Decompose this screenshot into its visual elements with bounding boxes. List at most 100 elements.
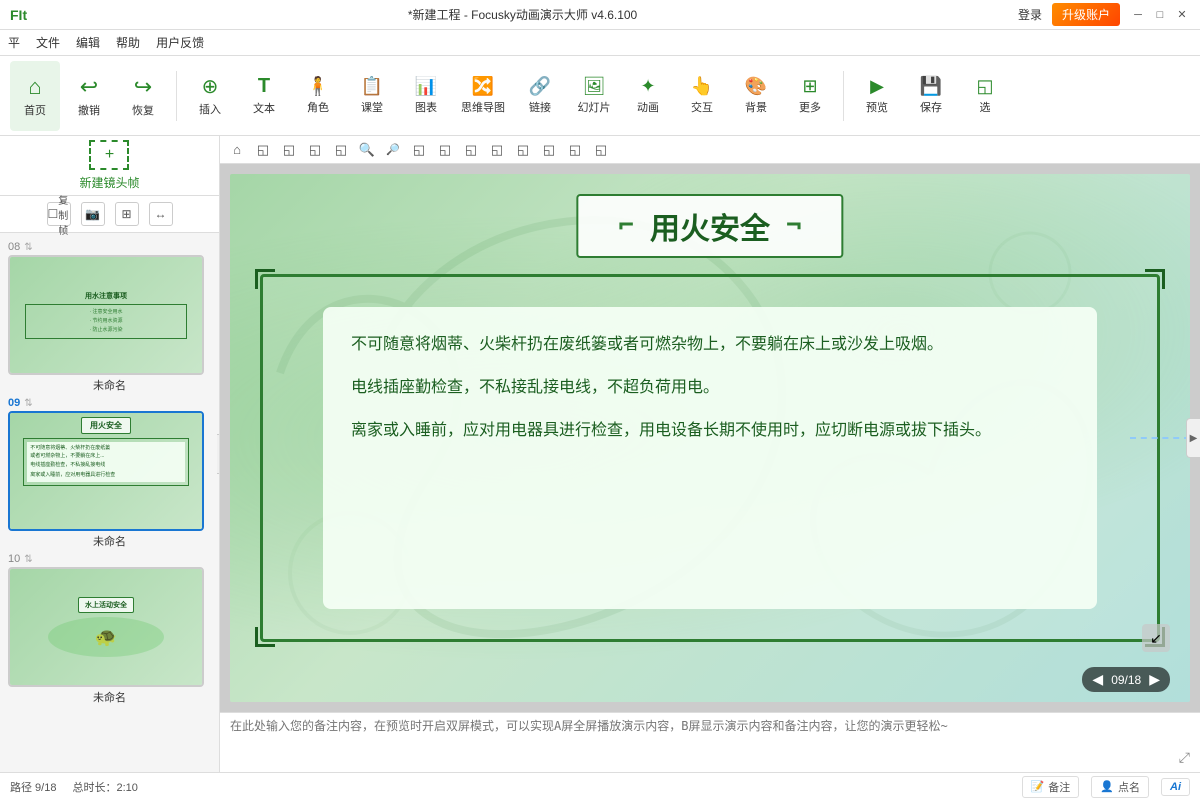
expand-tool-button[interactable]: ↔ [149, 202, 173, 226]
chart-icon: 📊 [415, 76, 437, 97]
canvas-tool-11[interactable]: ◱ [564, 139, 586, 161]
slide-thumb-08[interactable]: 用水注意事项 · 注意安全用水 · 节约用水资源 · 防止水源污染 [8, 255, 204, 375]
menu-help[interactable]: 帮助 [116, 34, 140, 51]
home-icon: ⌂ [28, 74, 41, 100]
grid-icon: ⊞ [121, 207, 131, 221]
mindmap-icon: 🔀 [472, 76, 494, 97]
toolbar-undo[interactable]: ↩ 撤销 [64, 61, 114, 131]
canvas-tool-5[interactable]: ◱ [408, 139, 430, 161]
canvas-tool-4[interactable]: ◱ [330, 139, 352, 161]
corner-tl-outer [255, 269, 275, 289]
slide-thumb-09[interactable]: 用火安全 不可随意将烟蒂、火柴杆扔在废纸篓 或者可燃杂物上，不要躺在床上... … [8, 411, 204, 531]
slideshow-label: 幻灯片 [578, 99, 611, 115]
toolbar-more[interactable]: ⊞ 更多 [785, 61, 835, 131]
canvas-tool-9[interactable]: ◱ [512, 139, 534, 161]
copy-icon: ☐ [48, 207, 59, 221]
role-label: 角色 [307, 99, 329, 115]
canvas-tool-12[interactable]: ◱ [590, 139, 612, 161]
slide-09-number-row: 09 ⇅ [8, 397, 211, 409]
toolbar-role[interactable]: 🧍 角色 [293, 61, 343, 131]
copy-frame-button[interactable]: ☐ 复制帧 [47, 202, 71, 226]
note-icon: 📝 [1031, 780, 1045, 793]
statusbar: 路径 9/18 总时长：2:10 📝 备注 👤 点名 Ai [0, 772, 1200, 800]
upgrade-button[interactable]: 升级账户 [1052, 3, 1120, 26]
dashed-connector-right [1130, 437, 1190, 439]
toolbar-link[interactable]: 🔗 链接 [515, 61, 565, 131]
slide-canvas[interactable]: ⌐ 用火安全 ¬ 不可随意将烟蒂、火柴杆扔在废纸篓或者可燃杂物上，不要躺在床上或… [230, 174, 1190, 702]
toolbar-home[interactable]: ⌂ 首页 [10, 61, 60, 131]
main-area: + 新建镜头帧 ☐ 复制帧 📷 ⊞ ↔ 08 [0, 136, 1200, 772]
insert-label: 插入 [199, 101, 221, 117]
canvas-area: ⌂ ◱ ◱ ◱ ◱ 🔍 🔎 ◱ ◱ ◱ ◱ ◱ ◱ ◱ ◱ [220, 136, 1200, 772]
slides-panel: + 新建镜头帧 ☐ 复制帧 📷 ⊞ ↔ 08 [0, 136, 220, 772]
menu-file[interactable]: 文件 [36, 34, 60, 51]
animate-label: 动画 [637, 99, 659, 115]
maximize-button[interactable]: □ [1152, 7, 1168, 23]
next-page-button[interactable]: ▶ [1149, 671, 1160, 688]
toolbar-bg[interactable]: 🎨 背景 [731, 61, 781, 131]
titlebar-right: 登录 升级账户 ─ □ ✕ [1018, 3, 1190, 26]
point-button[interactable]: 👤 点名 [1091, 776, 1149, 798]
slide-title-decoration: ⌐ 用火安全 ¬ [576, 194, 843, 258]
grid-tool-button[interactable]: ⊞ [115, 202, 139, 226]
toolbar-interact[interactable]: 👆 交互 [677, 61, 727, 131]
canvas-tool-6[interactable]: ◱ [434, 139, 456, 161]
canvas-tool-3[interactable]: ◱ [304, 139, 326, 161]
restore-icon[interactable]: ↙ [1142, 624, 1170, 652]
toolbar-save[interactable]: 💾 保存 [906, 61, 956, 131]
canvas-zoom-out[interactable]: 🔎 [382, 139, 404, 161]
canvas-zoom-in[interactable]: 🔍 [356, 139, 378, 161]
canvas-tool-8[interactable]: ◱ [486, 139, 508, 161]
text-label: 文本 [253, 100, 275, 116]
expand-notes-button[interactable]: ⤢ [1179, 749, 1190, 766]
expand-icon: ↔ [155, 207, 167, 221]
new-frame-button[interactable]: + 新建镜头帧 [0, 136, 219, 196]
undo-icon: ↩ [80, 74, 98, 100]
menu-feedback[interactable]: 用户反馈 [156, 34, 204, 51]
notes-input[interactable] [230, 717, 1190, 768]
slide-content-box[interactable]: 不可随意将烟蒂、火柴杆扔在废纸篓或者可燃杂物上，不要躺在床上或沙发上吸烟。 电线… [260, 274, 1160, 642]
sort-icon-08: ⇅ [24, 242, 32, 253]
toolbar-select[interactable]: ◱ 选 [960, 61, 1010, 131]
toolbar-redo[interactable]: ↪ 恢复 [118, 61, 168, 131]
canvas-tool-7[interactable]: ◱ [460, 139, 482, 161]
slide-08-number: 08 [8, 241, 20, 253]
toolbar-text[interactable]: T 文本 [239, 61, 289, 131]
toolbar-animate[interactable]: ✦ 动画 [623, 61, 673, 131]
slide-title-box[interactable]: ⌐ 用火安全 ¬ [576, 194, 843, 258]
toolbar-slideshow[interactable]: 🖼 幻灯片 [569, 61, 619, 131]
minimize-button[interactable]: ─ [1130, 7, 1146, 23]
login-button[interactable]: 登录 [1018, 6, 1042, 23]
prev-page-button[interactable]: ◀ [1092, 671, 1103, 688]
close-button[interactable]: ✕ [1174, 7, 1190, 23]
canvas-tool-1[interactable]: ◱ [252, 139, 274, 161]
menu-edit[interactable]: 编辑 [76, 34, 100, 51]
ai-button[interactable]: Ai [1161, 778, 1190, 796]
animate-icon: ✦ [640, 76, 655, 97]
toolbar-preview[interactable]: ▶ 预览 [852, 61, 902, 131]
sort-icon-10: ⇅ [24, 554, 32, 565]
note-button[interactable]: 📝 备注 [1022, 776, 1080, 798]
redo-label: 恢复 [132, 102, 154, 118]
collapse-right-button[interactable]: ▶ [1186, 418, 1200, 458]
menu-ping[interactable]: 平 [8, 34, 20, 51]
canvas-main: ⌐ 用火安全 ¬ 不可随意将烟蒂、火柴杆扔在废纸篓或者可燃杂物上，不要躺在床上或… [220, 164, 1200, 712]
toolbar-insert[interactable]: ⊕ 插入 [185, 61, 235, 131]
statusbar-left: 路径 9/18 总时长：2:10 [10, 779, 138, 795]
slide-list: 08 ⇅ 用水注意事项 · 注意安全用水 · 节约用水资源 · 防止水源污染 未… [0, 233, 219, 713]
undo-label: 撤销 [78, 102, 100, 118]
canvas-tool-10[interactable]: ◱ [538, 139, 560, 161]
camera-tool-button[interactable]: 📷 [81, 202, 105, 226]
role-icon: 🧍 [307, 76, 329, 97]
corner-bl-outer [255, 627, 275, 647]
slide-tools: ☐ 复制帧 📷 ⊞ ↔ [0, 196, 219, 233]
toolbar-class[interactable]: 📋 课堂 [347, 61, 397, 131]
canvas-home-btn[interactable]: ⌂ [226, 139, 248, 161]
toolbar-chart[interactable]: 📊 图表 [401, 61, 451, 131]
toolbar-mindmap[interactable]: 🔀 思维导图 [455, 61, 511, 131]
canvas-tool-2[interactable]: ◱ [278, 139, 300, 161]
content-para-2: 电线插座勤检查，不私接乱接电线，不超负荷用电。 [351, 374, 1069, 401]
copy-label: 复制帧 [58, 192, 69, 237]
slide-thumb-10[interactable]: 水上活动安全 🐢 [8, 567, 204, 687]
select-icon: ◱ [976, 76, 993, 97]
